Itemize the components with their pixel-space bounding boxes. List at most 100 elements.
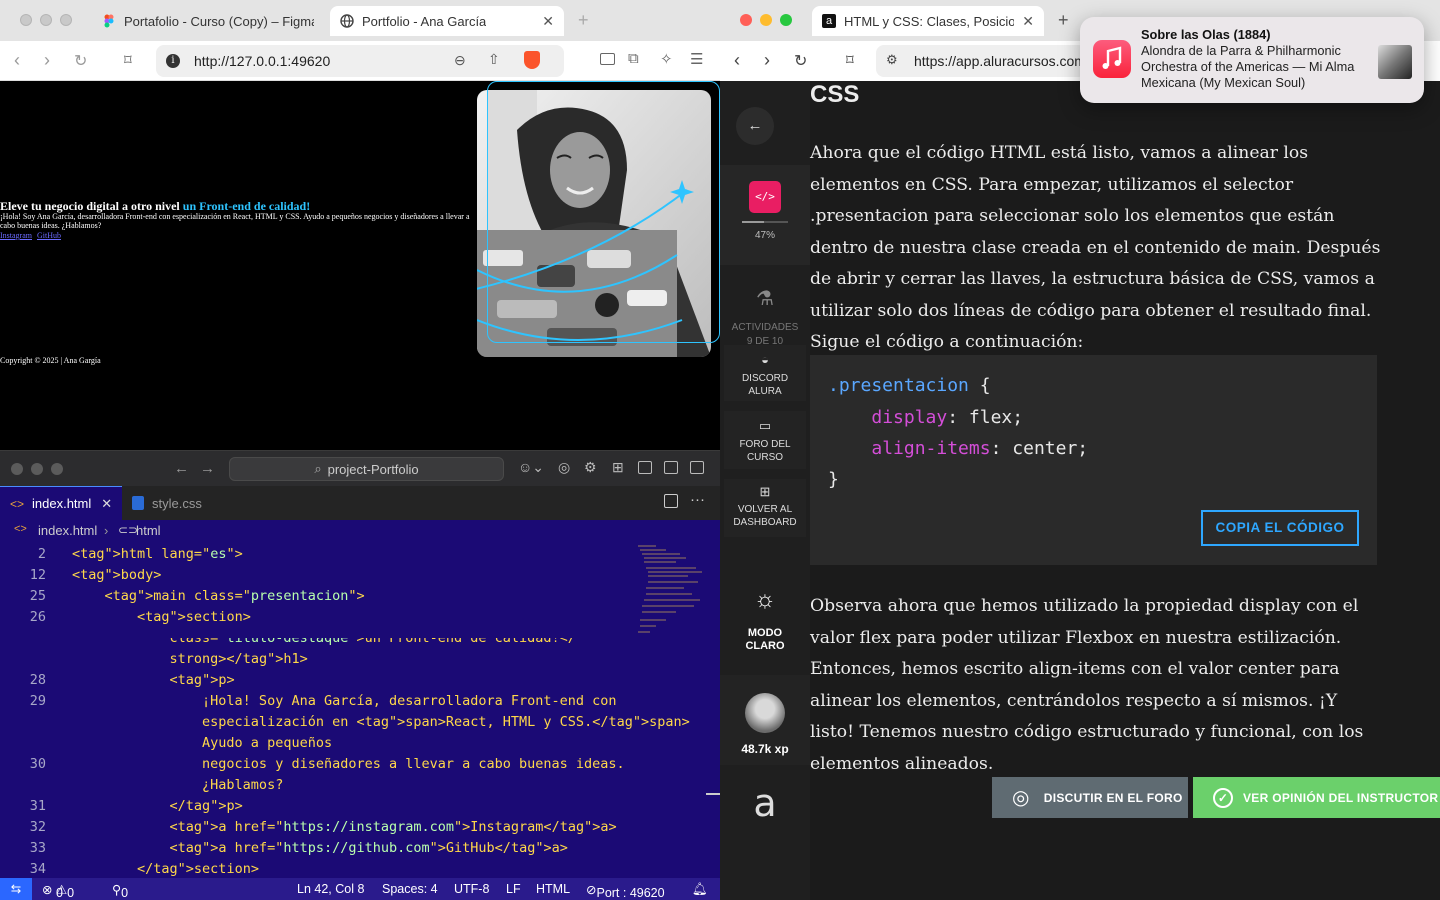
toggle-sidebar-icon[interactable]	[638, 461, 652, 474]
back-icon[interactable]: ‹	[14, 50, 20, 71]
code-line[interactable]: ¡Hola! Soy Ana García, desarrolladora Fr…	[72, 693, 617, 709]
forward-icon[interactable]: ›	[764, 50, 770, 71]
back-icon[interactable]: ‹	[734, 50, 740, 71]
forum-link[interactable]: ▭ FORO DEL CURSO	[724, 411, 806, 469]
minimize-window-button[interactable]	[40, 14, 52, 26]
ports-indicator[interactable]: ⚲ 0	[112, 882, 128, 900]
minimize-window-button[interactable]	[31, 463, 43, 475]
music-notification[interactable]: Sobre las Olas (1884) Alondra de la Parr…	[1080, 17, 1424, 103]
more-actions-icon[interactable]: ···	[690, 491, 705, 508]
new-tab-icon[interactable]: +	[1058, 10, 1069, 31]
indentation[interactable]: Spaces: 4	[382, 882, 438, 896]
ai-sparkle-icon[interactable]: ✧	[660, 50, 673, 68]
layout-icon[interactable]: ⊞	[612, 459, 624, 476]
theme-toggle[interactable]: ☼ MODO CLARO	[720, 581, 810, 661]
instructor-opinion-button[interactable]: ✓ VER OPINIÓN DEL INSTRUCTOR	[1193, 777, 1440, 818]
instagram-link[interactable]: Instagram	[0, 231, 32, 240]
code-line[interactable]: <tag">p>	[72, 672, 235, 688]
code-line[interactable]: <tag">a href="https://instagram.com">Ins…	[72, 819, 617, 835]
tab-label: Portfolio - Ana García	[362, 13, 487, 29]
copilot-icon[interactable]: ☺⌄	[518, 459, 544, 476]
notifications-bell-icon[interactable]: 🔔︎	[692, 882, 708, 897]
settings-gear-icon[interactable]: ⚙	[584, 459, 597, 476]
problems-indicator[interactable]: ⊗ 0 ⚠ 0	[42, 882, 74, 900]
close-window-button[interactable]	[11, 463, 23, 475]
close-tab-icon[interactable]: ✕	[542, 13, 554, 30]
zoom-window-button[interactable]	[51, 463, 63, 475]
code-line[interactable]: class="titulo-destaque">un Front-end de …	[72, 638, 576, 646]
user-profile[interactable]: 48.7k xp	[720, 675, 810, 765]
close-tab-icon[interactable]: ✕	[101, 496, 112, 512]
tab-index-html[interactable]: <> index.html ✕	[0, 486, 122, 520]
language-mode[interactable]: HTML	[536, 882, 570, 896]
forward-icon[interactable]: →	[200, 460, 215, 477]
discord-label: DISCORD ALURA	[741, 373, 789, 397]
breadcrumb-file[interactable]: index.html	[38, 523, 97, 538]
toggle-secondary-sidebar-icon[interactable]	[690, 461, 704, 474]
code-line[interactable]: ¿Hablamos?	[72, 777, 283, 793]
github-link[interactable]: GitHub	[37, 231, 61, 240]
tab-portfolio[interactable]: Portfolio - Ana García ✕	[330, 6, 564, 36]
new-tab-icon[interactable]: +	[578, 10, 589, 31]
zoom-window-button[interactable]	[780, 14, 792, 26]
close-window-button[interactable]	[740, 14, 752, 26]
breadcrumb-symbol[interactable]: html	[136, 523, 161, 538]
code-editor[interactable]: 2 <tag">html lang="es"> 12 <tag">body> 25 <t…	[0, 542, 720, 898]
tab-label: Portafolio - Curso (Copy) – Figma	[124, 13, 314, 29]
code-line[interactable]: </tag">p>	[72, 798, 243, 814]
split-editor-icon[interactable]	[664, 494, 678, 508]
code-line[interactable]: <tag">body>	[72, 567, 161, 583]
site-settings-icon[interactable]: ⚙	[886, 52, 898, 68]
minimap[interactable]	[636, 542, 708, 638]
dashboard-link[interactable]: ⊞ VOLVER AL DASHBOARD	[724, 479, 806, 537]
course-progress[interactable]: </> 47%	[720, 165, 810, 265]
discord-link[interactable]: ◒ DISCORD ALURA	[724, 345, 806, 401]
address-field[interactable]: i http://127.0.0.1:49620 ⊖ ⇧	[156, 45, 564, 77]
toggle-panel-icon[interactable]	[664, 461, 678, 474]
footer-copyright: Copyright © 2025 | Ana Gargía	[0, 356, 101, 365]
code-line[interactable]: strong></tag">h1>	[72, 651, 308, 667]
menu-icon[interactable]: ☰	[690, 50, 703, 68]
code-line[interactable]: <tag">html lang="es">	[72, 546, 243, 562]
command-center[interactable]: ⌕ project-Portfolio	[229, 457, 504, 481]
address-field[interactable]: ⚙ https://app.aluracursos.com	[876, 45, 1086, 77]
zoom-window-button[interactable]	[60, 14, 72, 26]
code-line[interactable]: <tag">main class="presentacion">	[72, 588, 365, 604]
code-line[interactable]: negocios y diseñadores a llevar a cabo b…	[72, 756, 625, 772]
back-arrow-button[interactable]: ←	[736, 107, 774, 145]
extensions-icon[interactable]: ⧉	[628, 50, 639, 67]
minimize-window-button[interactable]	[760, 14, 772, 26]
ports-count: 0	[121, 886, 129, 900]
account-icon[interactable]: ◎	[558, 459, 570, 476]
forum-discuss-button[interactable]: ◎ DISCUTIR EN EL FORO	[992, 777, 1188, 818]
tab-figma[interactable]: Portafolio - Curso (Copy) – Figma	[92, 6, 324, 36]
remote-icon[interactable]: ⇆	[0, 878, 32, 900]
encoding[interactable]: UTF-8	[454, 882, 489, 896]
alura-logo[interactable]: a	[720, 781, 810, 825]
lesson-content: CSS Ahora que el código HTML está listo,…	[810, 81, 1440, 900]
code-line[interactable]: <tag">section>	[72, 609, 251, 625]
bookmark-icon[interactable]: ⌑	[846, 51, 854, 69]
forward-icon[interactable]: ›	[44, 50, 50, 71]
tab-style-css[interactable]: style.css	[122, 486, 242, 520]
site-info-icon[interactable]: i	[166, 54, 180, 68]
code-line[interactable]: Ayudo a pequeños	[72, 735, 332, 751]
reader-icon[interactable]	[600, 53, 615, 65]
code-line[interactable]: <tag">a href="https://github.com">GitHub…	[72, 840, 568, 856]
live-server-port[interactable]: ⊘ Port : 49620	[586, 882, 665, 900]
tab-alura[interactable]: a HTML y CSS: Clases, Posicionamiento ✕	[812, 6, 1044, 36]
cursor-position[interactable]: Ln 42, Col 8	[297, 882, 364, 896]
reload-icon[interactable]: ↻	[74, 51, 87, 71]
code-line[interactable]: </tag">section>	[72, 861, 259, 877]
copy-code-button[interactable]: COPIA EL CÓDIGO	[1201, 510, 1359, 546]
brave-shield-icon[interactable]	[524, 51, 540, 69]
zoom-icon[interactable]: ⊖	[454, 52, 466, 69]
share-icon[interactable]: ⇧	[488, 51, 500, 68]
end-of-line[interactable]: LF	[506, 882, 521, 896]
code-line[interactable]: especialización en <tag">span>React, HTM…	[72, 714, 690, 730]
bookmark-icon[interactable]: ⌑	[124, 51, 132, 69]
close-tab-icon[interactable]: ✕	[1022, 13, 1034, 30]
reload-icon[interactable]: ↻	[794, 51, 807, 71]
back-icon[interactable]: ←	[174, 460, 189, 477]
close-window-button[interactable]	[20, 14, 32, 26]
